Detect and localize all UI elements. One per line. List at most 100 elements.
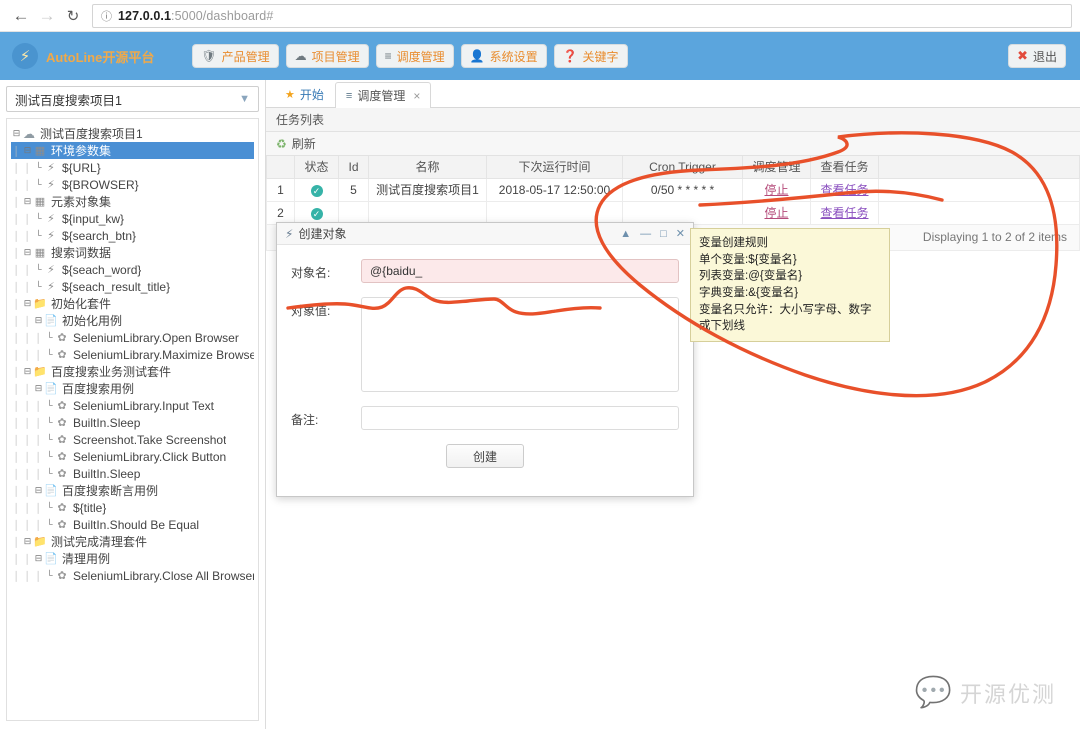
- tree-expander-icon[interactable]: ⊟: [33, 380, 44, 397]
- maximize-icon[interactable]: □: [660, 228, 667, 240]
- tree-expander-icon[interactable]: ⊟: [22, 533, 33, 550]
- tree-node[interactable]: │ ⊟ ▦ 环境参数集: [11, 142, 254, 159]
- minimize-icon[interactable]: —: [640, 228, 651, 240]
- tree-node[interactable]: │ │ │ └ ✿ SeleniumLibrary.Click Button: [11, 448, 254, 465]
- stop-task-link[interactable]: 停止: [742, 177, 811, 202]
- tree-guide: │: [13, 536, 20, 547]
- help-icon: ❓: [562, 49, 578, 63]
- object-value-textarea[interactable]: [361, 297, 679, 392]
- refresh-icon[interactable]: ♻: [276, 137, 287, 151]
- table-column-header[interactable]: Cron Trigger: [622, 156, 743, 179]
- object-name-input[interactable]: @{baidu_: [361, 259, 679, 283]
- close-icon[interactable]: ×: [413, 89, 420, 103]
- folder-params-icon: ▦: [34, 247, 46, 259]
- create-object-dialog[interactable]: ⚡ 创建对象 ▲ — □ ✕ 对象名: @{baidu_ 对象值: 备注: 创建: [276, 222, 694, 497]
- tree-expander-icon[interactable]: ⊟: [33, 482, 44, 499]
- tree-node-label: 清理用例: [62, 552, 111, 566]
- tree-node[interactable]: │ │ └ ⚡ ${seach_word}: [11, 261, 254, 278]
- remark-label: 备注:: [291, 413, 319, 427]
- tree-node[interactable]: ⊟ ☁ 测试百度搜索项目1: [11, 125, 254, 142]
- table-column-header[interactable]: 调度管理: [742, 156, 811, 179]
- tree-node[interactable]: │ ⊟ ▦ 搜索词数据: [11, 244, 254, 261]
- nav-item-project[interactable]: ☁ 项目管理: [285, 44, 369, 68]
- tree-node[interactable]: │ │ │ └ ✿ BuiltIn.Should Be Equal: [11, 516, 254, 533]
- tree-expander-icon[interactable]: ⊟: [33, 312, 44, 329]
- tree-node[interactable]: │ │ ⊟ 📄 百度搜索用例: [11, 380, 254, 397]
- table-row[interactable]: 2 ✓ 停止 查看任务: [266, 200, 1080, 225]
- brand[interactable]: ⚡ AutoLine开源平台: [12, 43, 154, 69]
- reload-icon[interactable]: ↻: [60, 3, 86, 29]
- table-column-header[interactable]: [878, 156, 1080, 179]
- nav-item-schedule[interactable]: ≡ 调度管理: [375, 44, 454, 68]
- refresh-label[interactable]: 刷新: [292, 135, 316, 152]
- dialog-title-bar[interactable]: ⚡ 创建对象 ▲ — □ ✕: [277, 223, 693, 245]
- tree-node[interactable]: │ │ └ ⚡ ${BROWSER}: [11, 176, 254, 193]
- table-column-header[interactable]: 名称: [368, 156, 487, 179]
- tree-node[interactable]: │ │ │ └ ✿ SeleniumLibrary.Input Text: [11, 397, 254, 414]
- tab-label: 调度管理: [357, 89, 406, 103]
- tree-node[interactable]: │ │ │ └ ✿ SeleniumLibrary.Close All Browsers: [11, 567, 254, 584]
- project-select[interactable]: 测试百度搜索项目1 ▼: [6, 86, 259, 112]
- tree-node[interactable]: │ │ │ └ ✿ SeleniumLibrary.Open Browser: [11, 329, 254, 346]
- tree-expander-icon[interactable]: ⊟: [22, 142, 33, 159]
- tree-node[interactable]: │ │ │ └ ✿ BuiltIn.Sleep: [11, 465, 254, 482]
- table-column-header[interactable]: 状态: [294, 156, 339, 179]
- stop-task-link[interactable]: 停止: [742, 200, 811, 225]
- tree-guide: │: [35, 349, 42, 360]
- tree-node[interactable]: │ │ │ └ ✿ SeleniumLibrary.Maximize Browser Wi: [11, 346, 254, 363]
- tree-expander-icon[interactable]: ⊟: [11, 125, 22, 142]
- tree-expander-icon[interactable]: ⊟: [22, 295, 33, 312]
- row-spacer: [878, 200, 1080, 225]
- nav-item-settings[interactable]: 👤 系统设置: [460, 44, 547, 68]
- tree-node[interactable]: │ │ ⊟ 📄 初始化用例: [11, 312, 254, 329]
- tree-node[interactable]: │ │ │ └ ✿ ${title}: [11, 499, 254, 516]
- tree-node[interactable]: │ │ │ └ ✿ Screenshot.Take Screenshot: [11, 431, 254, 448]
- tree-node[interactable]: │ ⊟ 📁 测试完成清理套件: [11, 533, 254, 550]
- nav-item-product[interactable]: 🛡 产品管理: [192, 44, 279, 68]
- file-icon: 📄: [44, 553, 58, 565]
- tree-node[interactable]: │ │ └ ⚡ ${seach_result_title}: [11, 278, 254, 295]
- logout-button[interactable]: ✖ 退出: [1008, 44, 1066, 68]
- nav-label: 产品管理: [221, 49, 270, 64]
- tree-node[interactable]: │ │ ⊟ 📄 百度搜索断言用例: [11, 482, 254, 499]
- collapse-icon[interactable]: ▲: [620, 228, 631, 240]
- create-button[interactable]: 创建: [445, 444, 524, 468]
- table-row[interactable]: 1 ✓ 5 测试百度搜索项目1 2018-05-17 12:50:00 0/50 * * …: [266, 177, 1080, 202]
- remark-input[interactable]: [361, 406, 679, 430]
- tree-node[interactable]: │ │ └ ⚡ ${search_btn}: [11, 227, 254, 244]
- folder-icon: 📁: [33, 536, 47, 548]
- tree-node[interactable]: │ │ ⊟ 📄 清理用例: [11, 550, 254, 567]
- tree-node[interactable]: │ ⊟ ▦ 元素对象集: [11, 193, 254, 210]
- tab-schedule-management[interactable]: ≡ 调度管理 ×: [334, 82, 432, 108]
- address-bar[interactable]: ⓘ 127.0.0.1:5000/dashboard#: [92, 3, 1072, 28]
- nav-item-keyword[interactable]: ❓ 关键字: [553, 44, 628, 68]
- view-task-label[interactable]: 查看任务: [820, 183, 868, 197]
- tree-expander-icon[interactable]: ⊟: [33, 550, 44, 567]
- field-row-remark: 备注:: [291, 406, 679, 430]
- table-column-header[interactable]: Id: [338, 156, 369, 179]
- tree-node[interactable]: │ │ └ ⚡ ${URL}: [11, 159, 254, 176]
- status-badge: ✓: [294, 200, 339, 225]
- back-arrow-icon[interactable]: ←: [8, 3, 34, 29]
- tree-guide: │: [35, 332, 42, 343]
- view-task-label[interactable]: 查看任务: [820, 206, 868, 220]
- table-column-header[interactable]: 下次运行时间: [486, 156, 623, 179]
- table-column-header[interactable]: 查看任务: [810, 156, 879, 179]
- table-column-header[interactable]: [266, 156, 295, 179]
- tree-node[interactable]: │ ⊟ 📁 百度搜索业务测试套件: [11, 363, 254, 380]
- project-tree[interactable]: ⊟ ☁ 测试百度搜索项目1 │ ⊟ ▦ 环境参数集 │ │ └ ⚡ ${URL} │ │ └ ⚡ ${BROWS…: [6, 118, 259, 721]
- tree-expander-icon[interactable]: ⊟: [22, 363, 33, 380]
- tree-node[interactable]: │ │ │ └ ✿ BuiltIn.Sleep: [11, 414, 254, 431]
- view-task-link[interactable]: 查看任务: [810, 177, 879, 202]
- app-header: ⚡ AutoLine开源平台 🛡 产品管理 ☁ 项目管理 ≡ 调度管理 👤 系统设置 ❓…: [0, 32, 1080, 80]
- stop-task-label[interactable]: 停止: [764, 183, 788, 197]
- tree-node-label: 测试完成清理套件: [51, 535, 148, 549]
- stop-task-label[interactable]: 停止: [764, 206, 788, 220]
- tab-start[interactable]: ★ 开始: [274, 81, 335, 107]
- tree-expander-icon[interactable]: ⊟: [22, 244, 33, 261]
- tree-expander-icon[interactable]: ⊟: [22, 193, 33, 210]
- tree-node[interactable]: │ ⊟ 📁 初始化套件: [11, 295, 254, 312]
- tree-node[interactable]: │ │ └ ⚡ ${input_kw}: [11, 210, 254, 227]
- close-icon[interactable]: ✕: [676, 227, 685, 240]
- view-task-link[interactable]: 查看任务: [810, 200, 879, 225]
